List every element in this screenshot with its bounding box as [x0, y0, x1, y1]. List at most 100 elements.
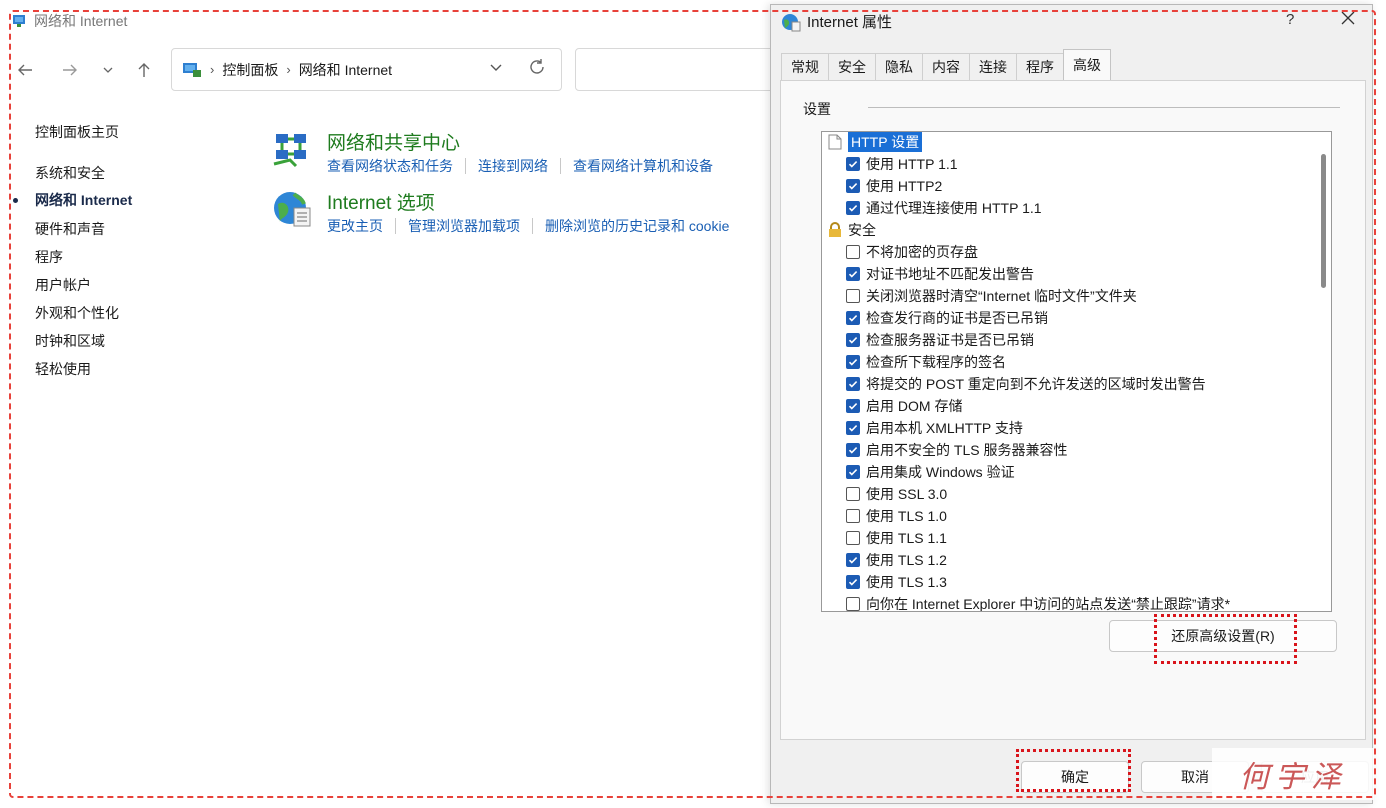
sidebar-item-system-security[interactable]: 系统和安全 — [35, 163, 105, 183]
settings-list[interactable]: HTTP 设置 使用 HTTP 1.1 使用 HTTP2 通过代理连接使用 HTTP … — [821, 131, 1332, 612]
setting-checkbox[interactable] — [846, 575, 860, 589]
tab-programs[interactable]: 程序 — [1016, 53, 1064, 80]
refresh-button[interactable] — [527, 57, 547, 83]
setting-checkbox-row[interactable]: 启用不安全的 TLS 服务器兼容性 — [846, 440, 1067, 460]
sidebar-item-clock-region[interactable]: 时钟和区域 — [35, 331, 105, 351]
link-delete-history[interactable]: 删除浏览的历史记录和 cookie — [545, 216, 729, 236]
sidebar-item-network[interactable]: 网络和 Internet — [35, 190, 132, 210]
internet-options-title[interactable]: Internet 选项 — [327, 188, 435, 215]
scrollbar-thumb[interactable] — [1321, 154, 1326, 288]
address-dropdown-button[interactable] — [489, 60, 503, 77]
settings-group-divider — [868, 107, 1340, 108]
settings-group-header[interactable]: 安全 — [828, 220, 876, 240]
link-manage-addons[interactable]: 管理浏览器加载项 — [408, 216, 520, 236]
watermark-text: 何宇泽 — [1239, 760, 1347, 795]
setting-checkbox-row[interactable]: 启用本机 XMLHTTP 支持 — [846, 418, 1023, 438]
setting-checkbox[interactable] — [846, 179, 860, 193]
setting-checkbox-row[interactable]: 不将加密的页存盘 — [846, 242, 978, 262]
sidebar-item-hardware[interactable]: 硬件和声音 — [35, 219, 105, 239]
tab-content[interactable]: 内容 — [922, 53, 970, 80]
setting-checkbox-row[interactable]: 使用 TLS 1.1 — [846, 528, 947, 548]
network-sharing-title[interactable]: 网络和共享中心 — [327, 128, 460, 155]
network-sharing-links: 查看网络状态和任务 连接到网络 查看网络计算机和设备 — [327, 156, 713, 176]
breadcrumb-control-panel[interactable]: 控制面板 — [222, 60, 278, 80]
setting-checkbox[interactable] — [846, 465, 860, 479]
checkmark-icon — [848, 183, 858, 190]
setting-checkbox-row[interactable]: 关闭浏览器时清空“Internet 临时文件”文件夹 — [846, 286, 1137, 306]
setting-label: 使用 TLS 1.0 — [866, 508, 947, 524]
setting-checkbox[interactable] — [846, 597, 860, 611]
setting-checkbox-row[interactable]: 使用 TLS 1.2 — [846, 550, 947, 570]
setting-label: 使用 HTTP2 — [866, 178, 943, 194]
setting-checkbox-row[interactable]: 检查发行商的证书是否已吊销 — [846, 308, 1048, 328]
search-input[interactable] — [575, 48, 775, 91]
setting-checkbox-row[interactable]: 检查所下载程序的签名 — [846, 352, 1006, 372]
setting-checkbox-row[interactable]: 使用 SSL 3.0 — [846, 484, 947, 504]
setting-checkbox-row[interactable]: 检查服务器证书是否已吊销 — [846, 330, 1034, 350]
settings-group-header-label: HTTP 设置 — [848, 132, 923, 152]
settings-scrollbar[interactable] — [1315, 132, 1331, 611]
setting-checkbox[interactable] — [846, 421, 860, 435]
setting-label: 检查所下载程序的签名 — [866, 354, 1006, 370]
setting-checkbox-row[interactable]: 启用集成 Windows 验证 — [846, 462, 1015, 482]
tab-connections[interactable]: 连接 — [969, 53, 1017, 80]
close-button[interactable] — [1341, 9, 1355, 30]
sidebar-item-home[interactable]: 控制面板主页 — [35, 122, 119, 142]
breadcrumb-network[interactable]: 网络和 Internet — [299, 60, 392, 80]
sidebar-item-appearance[interactable]: 外观和个性化 — [35, 303, 119, 323]
dialog-tabs: 常规 安全 隐私 内容 连接 程序 高级 — [781, 49, 1111, 81]
link-change-homepage[interactable]: 更改主页 — [327, 216, 383, 236]
setting-checkbox[interactable] — [846, 201, 860, 215]
watermark: 何宇泽 — [1212, 748, 1374, 800]
setting-checkbox[interactable] — [846, 311, 860, 325]
setting-checkbox-row[interactable]: 通过代理连接使用 HTTP 1.1 — [846, 198, 1042, 218]
checkmark-icon — [848, 381, 858, 388]
setting-checkbox[interactable] — [846, 443, 860, 457]
sidebar-item-programs[interactable]: 程序 — [35, 247, 63, 267]
ok-button[interactable]: 确定 — [1021, 761, 1129, 793]
setting-checkbox[interactable] — [846, 531, 860, 545]
setting-checkbox-row[interactable]: 使用 HTTP2 — [846, 176, 942, 196]
setting-checkbox[interactable] — [846, 355, 860, 369]
setting-checkbox[interactable] — [846, 377, 860, 391]
sidebar-item-user-accounts[interactable]: 用户帐户 — [35, 275, 91, 295]
sidebar-item-ease-of-access[interactable]: 轻松使用 — [35, 359, 91, 379]
restore-advanced-button[interactable]: 还原高级设置(R) — [1109, 620, 1337, 652]
tab-security[interactable]: 安全 — [828, 53, 876, 80]
setting-checkbox[interactable] — [846, 509, 860, 523]
tab-privacy[interactable]: 隐私 — [875, 53, 923, 80]
setting-checkbox-row[interactable]: 使用 TLS 1.3 — [846, 572, 947, 592]
settings-group-label: 设置 — [803, 101, 831, 117]
forward-button[interactable] — [58, 58, 82, 82]
setting-checkbox[interactable] — [846, 289, 860, 303]
setting-checkbox[interactable] — [846, 553, 860, 567]
back-button[interactable] — [13, 58, 37, 82]
setting-checkbox[interactable] — [846, 399, 860, 413]
tab-general[interactable]: 常规 — [781, 53, 829, 80]
setting-checkbox[interactable] — [846, 487, 860, 501]
tab-advanced[interactable]: 高级 — [1063, 49, 1111, 80]
link-view-network-status[interactable]: 查看网络状态和任务 — [327, 156, 453, 176]
setting-checkbox[interactable] — [846, 333, 860, 347]
divider — [395, 218, 396, 234]
checkmark-icon — [848, 403, 858, 410]
internet-options-icon — [782, 13, 801, 31]
setting-checkbox-row[interactable]: 启用 DOM 存储 — [846, 396, 962, 416]
link-view-network-computers[interactable]: 查看网络计算机和设备 — [573, 156, 713, 176]
setting-checkbox[interactable] — [846, 267, 860, 281]
setting-checkbox-row[interactable]: 使用 TLS 1.0 — [846, 506, 947, 526]
setting-checkbox[interactable] — [846, 157, 860, 171]
setting-checkbox[interactable] — [846, 245, 860, 259]
address-bar[interactable]: › 控制面板 › 网络和 Internet — [171, 48, 562, 91]
recent-locations-button[interactable] — [96, 58, 120, 82]
setting-checkbox-row[interactable]: 向你在 Internet Explorer 中访问的站点发送“禁止跟踪”请求* — [846, 594, 1230, 611]
link-connect-network[interactable]: 连接到网络 — [478, 156, 548, 176]
divider — [560, 158, 561, 174]
setting-checkbox-row[interactable]: 将提交的 POST 重定向到不允许发送的区域时发出警告 — [846, 374, 1206, 394]
help-button[interactable]: ? — [1286, 11, 1294, 28]
setting-checkbox-row[interactable]: 使用 HTTP 1.1 — [846, 154, 958, 174]
setting-label: 启用本机 XMLHTTP 支持 — [866, 420, 1023, 436]
setting-checkbox-row[interactable]: 对证书地址不匹配发出警告 — [846, 264, 1034, 284]
settings-group-header[interactable]: HTTP 设置 — [828, 132, 923, 152]
up-button[interactable] — [132, 58, 156, 82]
